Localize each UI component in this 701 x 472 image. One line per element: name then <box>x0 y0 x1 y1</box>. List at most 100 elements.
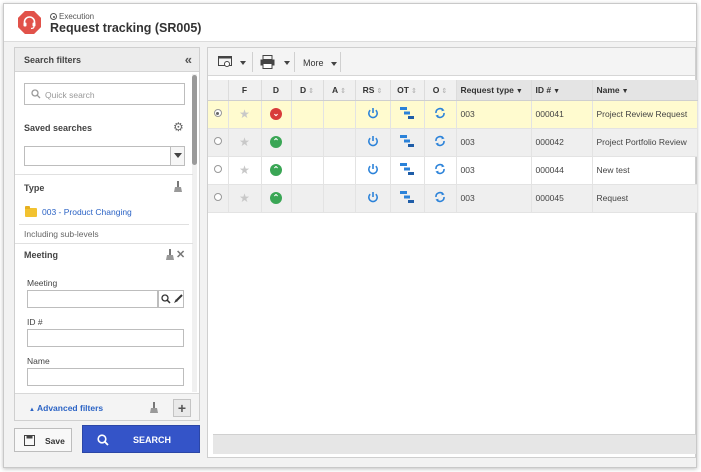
breadcrumb[interactable]: Execution <box>50 12 94 21</box>
a-cell <box>323 100 356 129</box>
column-header-name[interactable]: Name ▼ <box>592 80 698 101</box>
chevron-down-icon[interactable] <box>170 147 184 165</box>
eraser-icon[interactable] <box>173 294 183 304</box>
more-label: More <box>303 58 324 68</box>
column-header-label: ID # <box>535 84 552 95</box>
request-type-value: 003 <box>460 137 475 147</box>
sort-icon: ⇕ <box>410 87 417 95</box>
save-icon <box>24 435 35 446</box>
search-filters-panel: Search filters « Quick search Saved sear… <box>14 47 200 421</box>
advanced-filters-link[interactable]: ▲ Advanced filters <box>29 403 103 413</box>
more-menu-button[interactable]: More <box>296 51 338 73</box>
table-row[interactable]: ★ ⌃ 003 000045 Request <box>208 184 698 213</box>
column-header-rs[interactable]: RS ⇕ <box>355 80 391 101</box>
a-cell <box>323 156 356 185</box>
meeting-field[interactable] <box>27 290 158 308</box>
advanced-filters-label: Advanced filters <box>37 403 104 413</box>
star-icon[interactable]: ★ <box>239 107 250 121</box>
save-button-label: Save <box>45 436 65 446</box>
row-select-cell[interactable] <box>208 156 229 185</box>
grid-footer <box>213 434 696 454</box>
column-header-id[interactable]: ID # ▼ <box>531 80 593 101</box>
filters-scrollbar-thumb[interactable] <box>192 75 197 165</box>
table-row[interactable]: ★ ⌃ 003 000042 Project Portfolio Review <box>208 128 698 157</box>
id-field[interactable] <box>27 329 184 347</box>
broom-icon[interactable] <box>149 402 159 414</box>
add-filter-button[interactable]: + <box>173 399 191 417</box>
caret-down-icon <box>331 62 337 66</box>
collapse-icon[interactable]: « <box>185 52 192 67</box>
d-cell <box>291 156 324 185</box>
quick-search-input[interactable]: Quick search <box>24 83 185 105</box>
column-header-f[interactable]: F <box>228 80 262 101</box>
rs-cell <box>355 184 391 213</box>
row-radio[interactable] <box>213 193 222 201</box>
gantt-icon <box>400 163 414 175</box>
divider <box>15 243 193 244</box>
row-select-cell[interactable] <box>208 100 229 129</box>
broom-icon[interactable] <box>165 249 175 261</box>
row-radio[interactable] <box>213 165 222 173</box>
name-value: New test <box>596 165 630 175</box>
breadcrumb-label: Execution <box>59 12 95 21</box>
search-icon[interactable] <box>161 294 171 304</box>
on-time-status-icon: ⌃ <box>270 192 282 204</box>
name-cell: New test <box>592 156 698 185</box>
gear-icon[interactable]: ⚙ <box>173 120 184 134</box>
row-radio[interactable] <box>213 137 222 145</box>
star-icon[interactable]: ★ <box>239 135 250 149</box>
d-cell <box>291 184 324 213</box>
refresh-icon <box>435 107 445 119</box>
favorite-cell[interactable]: ★ <box>228 156 262 185</box>
filters-title: Search filters <box>24 55 82 65</box>
request-type-cell: 003 <box>456 184 532 213</box>
print-button[interactable] <box>256 51 292 73</box>
including-sub-levels-label: Including sub-levels <box>24 229 99 239</box>
column-header-d2[interactable]: D ⇕ <box>291 80 324 101</box>
on-time-status-icon: ⌃ <box>270 136 282 148</box>
column-header-d[interactable]: D <box>261 80 292 101</box>
search-button[interactable]: SEARCH <box>82 425 200 453</box>
request-type-cell: 003 <box>456 100 532 129</box>
row-select-cell[interactable] <box>208 128 229 157</box>
name-field[interactable] <box>27 368 184 386</box>
close-icon[interactable]: ✕ <box>176 248 185 261</box>
gantt-icon <box>400 135 414 147</box>
on-time-status-icon: ⌃ <box>270 164 282 176</box>
saved-searches-select[interactable] <box>24 146 185 166</box>
sort-icon: ⇕ <box>376 87 383 95</box>
meeting-field-label: Meeting <box>27 278 58 288</box>
rs-cell <box>355 100 391 129</box>
deadline-status-cell: ⌄ <box>261 100 292 129</box>
star-icon[interactable]: ★ <box>239 191 250 205</box>
star-icon[interactable]: ★ <box>239 163 250 177</box>
deadline-status-cell: ⌃ <box>261 156 292 185</box>
column-header-ot[interactable]: OT ⇕ <box>390 80 425 101</box>
column-header-request-type[interactable]: Request type ▼ <box>456 80 532 101</box>
type-link[interactable]: 003 - Product Changing <box>42 207 132 217</box>
row-select-cell[interactable] <box>208 184 229 213</box>
name-value: Request <box>596 193 629 203</box>
favorite-cell[interactable]: ★ <box>228 128 262 157</box>
column-header-o[interactable]: O ⇕ <box>424 80 457 101</box>
search-button-label: SEARCH <box>133 435 172 445</box>
id-field-label: ID # <box>27 317 43 327</box>
id-cell: 000045 <box>531 184 593 213</box>
name-cell: Request <box>592 184 698 213</box>
save-button[interactable]: Save <box>14 428 72 452</box>
name-cell: Project Portfolio Review <box>592 128 698 157</box>
favorite-cell[interactable]: ★ <box>228 184 262 213</box>
view-button[interactable] <box>214 51 250 73</box>
d-cell <box>291 100 324 129</box>
table-row[interactable]: ★ ⌄ 003 000041 Project Review Request <box>208 100 698 129</box>
column-header-label: D <box>299 84 307 95</box>
id-cell: 000041 <box>531 100 593 129</box>
request-type-value: 003 <box>460 109 475 119</box>
favorite-cell[interactable]: ★ <box>228 100 262 129</box>
table-row[interactable]: ★ ⌃ 003 000044 New test <box>208 156 698 185</box>
column-header-a[interactable]: A ⇕ <box>323 80 356 101</box>
row-radio[interactable] <box>213 109 222 117</box>
name-field-label: Name <box>27 356 50 366</box>
broom-icon[interactable] <box>173 181 183 193</box>
a-cell <box>323 184 356 213</box>
